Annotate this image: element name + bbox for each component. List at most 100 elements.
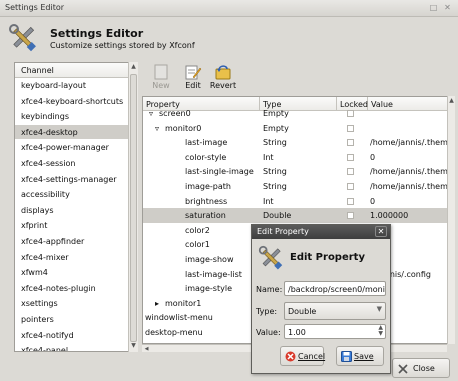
locked-checkbox[interactable]	[347, 168, 354, 176]
property-row[interactable]: ▿ screen0 Empty	[143, 106, 447, 121]
expander-icon[interactable]: ▿	[155, 124, 159, 133]
locked-checkbox[interactable]	[347, 197, 354, 205]
channel-scroll-thumb[interactable]	[130, 74, 137, 342]
property-type: Empty	[263, 109, 289, 118]
close-button[interactable]: Close	[392, 358, 450, 378]
channel-item[interactable]: xfce4-desktop	[15, 124, 137, 141]
revert-button[interactable]: Revert	[208, 64, 238, 90]
property-row[interactable]: last-single-image String/home/jannis/.the…	[143, 164, 453, 179]
save-label: Save	[354, 352, 374, 361]
property-value: /home/jannis/.theme	[370, 167, 453, 177]
save-button[interactable]: Save	[336, 346, 384, 366]
property-value: 0	[370, 152, 376, 162]
window-title: Settings Editor	[5, 3, 65, 12]
prop-scroll-up-arrow-icon[interactable]: ▲	[448, 96, 455, 106]
channel-item[interactable]: xfce4-session	[15, 156, 137, 172]
close-label: Close	[413, 364, 435, 373]
dialog-close-icon[interactable]: ✕	[375, 226, 387, 237]
property-type: Int	[263, 152, 274, 162]
property-type: Double	[263, 211, 292, 221]
type-combo[interactable]: Double ▼	[284, 302, 386, 320]
dialog-tools-icon	[258, 245, 283, 270]
maximize-button[interactable]: □	[428, 3, 439, 13]
edit-label: Edit	[185, 81, 201, 90]
property-row[interactable]: brightness Int 0	[143, 194, 447, 209]
property-name: color2	[185, 225, 210, 235]
scroll-up-arrow-icon[interactable]: ▲	[129, 62, 138, 72]
property-toolbar: New Edit Revert	[144, 62, 444, 96]
property-type: String	[263, 138, 287, 148]
edit-icon	[185, 65, 202, 80]
name-field[interactable]: /backdrop/screen0/monit	[284, 281, 386, 296]
close-window-button[interactable]: ✕	[442, 3, 453, 13]
locked-checkbox[interactable]	[347, 110, 354, 117]
channel-item[interactable]: pointers	[15, 312, 137, 328]
property-name: color1	[185, 240, 210, 250]
header-subtitle: Customize settings stored by Xfconf	[50, 41, 195, 50]
property-name: last-image	[185, 138, 228, 148]
locked-checkbox[interactable]	[347, 124, 354, 132]
property-row[interactable]: saturation Double 1.000000	[143, 208, 447, 223]
property-type: Int	[263, 196, 274, 206]
dialog-titlebar: Edit Property ✕	[252, 225, 390, 239]
cancel-button[interactable]: Cancel	[280, 346, 325, 366]
new-icon	[154, 64, 168, 80]
channel-item[interactable]: xsettings	[15, 296, 137, 312]
spin-arrows-icon[interactable]: ▲ ▼	[378, 325, 383, 337]
channel-item[interactable]: xfce4-panel	[15, 343, 137, 351]
save-icon	[341, 351, 352, 362]
channel-list[interactable]: Channel keyboard-layout xfce4-keyboard-sh…	[14, 62, 138, 352]
channel-item[interactable]: accessibility	[15, 187, 137, 203]
new-button[interactable]: New	[146, 64, 176, 90]
expander-icon[interactable]: ▸	[155, 299, 159, 308]
channel-item[interactable]: xfce4-mixer	[15, 250, 137, 266]
locked-checkbox[interactable]	[347, 153, 354, 161]
edit-button[interactable]: Edit	[178, 64, 208, 90]
property-name: windowlist-menu	[145, 313, 213, 323]
locked-checkbox[interactable]	[347, 212, 354, 220]
channel-item[interactable]: xfce4-keyboard-shortcuts	[15, 94, 137, 110]
property-row[interactable]: last-image String/home/jannis/.theme	[143, 135, 453, 150]
channel-item[interactable]: xfce4-appfinder	[15, 234, 137, 250]
property-value: /home/jannis/.theme	[370, 138, 453, 148]
settings-tools-icon	[9, 24, 36, 52]
cancel-icon	[285, 351, 296, 362]
property-name: image-style	[185, 284, 232, 294]
channel-item[interactable]: keyboard-layout	[15, 78, 137, 94]
property-name: monitor1	[165, 298, 202, 308]
property-name: color-style	[185, 152, 227, 162]
property-value: 0	[370, 196, 376, 206]
locked-checkbox[interactable]	[347, 183, 354, 190]
channel-item[interactable]: displays	[15, 203, 137, 219]
channel-item[interactable]: keybindings	[15, 109, 137, 125]
expander-icon[interactable]: ▿	[149, 109, 153, 118]
property-row[interactable]: ▿ monitor0 Empty	[143, 121, 447, 136]
property-name: desktop-menu	[145, 328, 203, 337]
scroll-down-arrow-icon[interactable]: ▼	[129, 341, 138, 351]
dialog-heading: Edit Property	[290, 252, 365, 263]
channel-item[interactable]: xfce4-notifyd	[15, 328, 137, 344]
property-name: brightness	[185, 196, 228, 206]
dialog-title: Edit Property	[257, 227, 309, 236]
channel-item[interactable]: xfce4-power-manager	[15, 140, 137, 156]
type-label: Type:	[256, 307, 278, 316]
locked-checkbox[interactable]	[347, 139, 354, 147]
channel-item[interactable]: xfce4-settings-manager	[15, 172, 137, 188]
channel-item[interactable]: xfprint	[15, 218, 137, 234]
value-spinner-text: 1.00	[288, 328, 306, 337]
property-name: monitor0	[165, 123, 202, 133]
property-row[interactable]: image-path String/home/jannis/.theme	[143, 179, 453, 194]
property-row[interactable]: color-style Int 0	[143, 150, 447, 165]
property-name: image-show	[185, 255, 234, 264]
channel-item[interactable]: xfwm4	[15, 265, 137, 281]
property-name: last-single-image	[185, 167, 254, 177]
property-vertical-scrollbar[interactable]: ▲	[447, 96, 455, 344]
channel-column-header[interactable]: Channel	[15, 63, 137, 78]
channel-item[interactable]: xfce4-notes-plugin	[15, 281, 137, 297]
close-x-icon	[398, 364, 408, 374]
header-title: Settings Editor	[50, 27, 144, 40]
channel-list-scrollbar[interactable]: ▲ ▼	[128, 62, 138, 352]
revert-label: Revert	[209, 81, 237, 90]
scroll-left-arrow-icon[interactable]: ◀	[142, 344, 151, 354]
value-spinner[interactable]: 1.00 ▲ ▼	[284, 324, 386, 339]
